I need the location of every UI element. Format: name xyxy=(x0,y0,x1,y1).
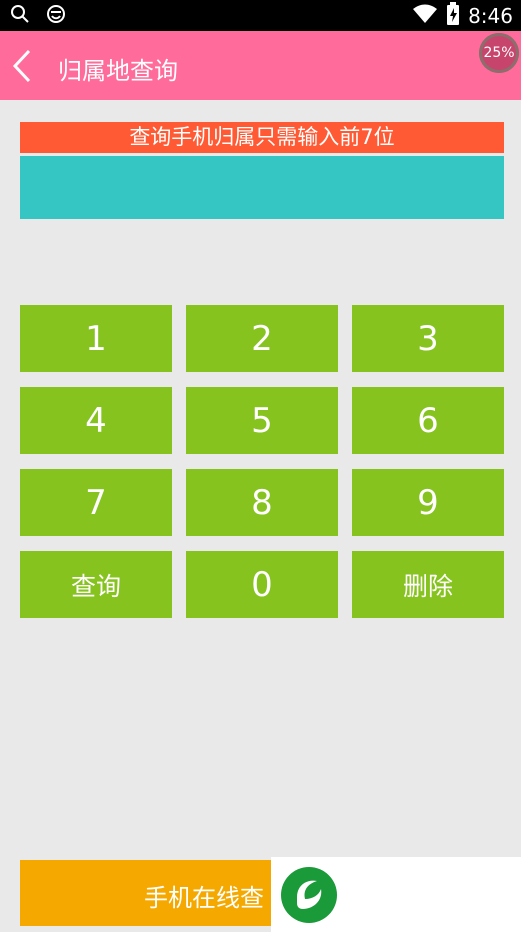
hint-banner: 查询手机归属只需输入前7位 xyxy=(20,122,504,153)
app-bar: 归属地查询 25% xyxy=(0,31,521,100)
key-6[interactable]: 6 xyxy=(352,387,504,454)
key-0[interactable]: 0 xyxy=(186,551,338,618)
wifi-icon xyxy=(412,3,438,29)
bottom-action-label: 手机在线查 xyxy=(144,884,264,912)
keypad: 1 2 3 4 5 6 7 8 9 查询 0 删除 xyxy=(20,305,504,618)
progress-label: 25% xyxy=(483,45,515,61)
back-arrow-icon[interactable] xyxy=(12,49,32,87)
status-bar: 8:46 xyxy=(0,0,521,31)
battery-charging-icon xyxy=(446,2,460,30)
search-icon xyxy=(10,4,30,28)
page-title: 归属地查询 xyxy=(58,57,178,85)
key-5[interactable]: 5 xyxy=(186,387,338,454)
key-1[interactable]: 1 xyxy=(20,305,172,372)
key-9[interactable]: 9 xyxy=(352,469,504,536)
progress-badge[interactable]: 25% xyxy=(479,33,519,73)
query-button[interactable]: 查询 xyxy=(20,551,172,618)
key-2[interactable]: 2 xyxy=(186,305,338,372)
key-8[interactable]: 8 xyxy=(186,469,338,536)
smiley-icon xyxy=(46,4,66,28)
key-4[interactable]: 4 xyxy=(20,387,172,454)
key-3[interactable]: 3 xyxy=(352,305,504,372)
number-display xyxy=(20,156,504,219)
app-logo-icon xyxy=(279,865,339,929)
status-bar-left xyxy=(10,4,66,28)
ad-overlay[interactable] xyxy=(271,857,521,932)
key-7[interactable]: 7 xyxy=(20,469,172,536)
status-bar-right: 8:46 xyxy=(412,2,513,30)
delete-button[interactable]: 删除 xyxy=(352,551,504,618)
status-time: 8:46 xyxy=(468,4,513,28)
